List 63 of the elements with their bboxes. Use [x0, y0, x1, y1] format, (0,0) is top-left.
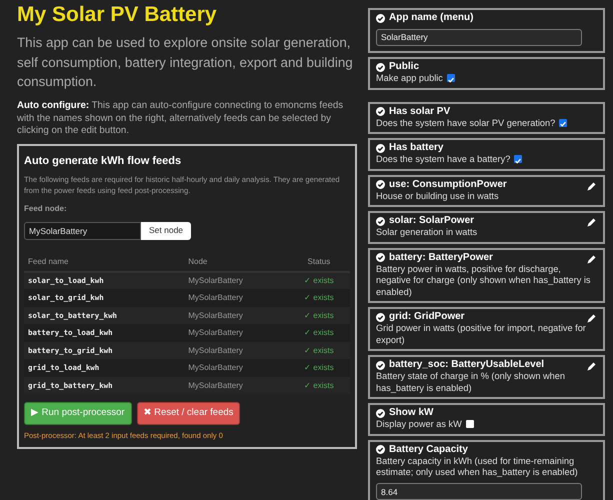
- description-text: Display power as kW: [376, 419, 462, 429]
- feed-node-field[interactable]: MySolarBattery: [24, 222, 141, 240]
- panel-title: Auto generate kWh flow feeds: [24, 154, 182, 169]
- status-cell: ✓ exists: [288, 342, 350, 360]
- auto-configure-text: Auto configure: This app can auto-configure connecting to emoncms feeds with the names shown on the right, alternatively feeds can be selected by clicking on the edit button.: [17, 100, 344, 137]
- setting-title: Has solar PV: [389, 106, 450, 118]
- check-circle-icon: [376, 107, 385, 116]
- description-text: Battery power in watts, positive for discharge, negative for charge (only shown when has_battery is enabled): [376, 264, 590, 296]
- setting-title: Has battery: [389, 142, 444, 154]
- description-text: Does the system have solar PV generation?: [376, 118, 556, 128]
- check-circle-icon: [376, 62, 385, 72]
- check-circle-icon: [376, 216, 385, 226]
- status-cell: ✓ exists: [288, 324, 350, 342]
- description-text: Make app public: [376, 73, 443, 83]
- app-description: This app can be used to explore onsite solar generation, self consumption, battery integration, export and building consumption.: [17, 34, 354, 91]
- setting-title: Public: [389, 61, 420, 73]
- checkbox[interactable]: [446, 74, 455, 82]
- node-cell: MySolarBattery: [184, 376, 288, 394]
- node-cell: MySolarBattery: [184, 289, 288, 307]
- checkbox[interactable]: [466, 420, 474, 428]
- app-title: My Solar PV Battery: [17, 3, 218, 26]
- check-circle-icon: [376, 14, 385, 22]
- edit-icon[interactable]: [586, 218, 596, 228]
- set-node-button[interactable]: Set node: [141, 222, 192, 240]
- description-text: Grid power in watts (positive for import, negative for export): [376, 323, 586, 344]
- description-text: Battery state of charge in % (only shown when has_battery is enabled): [376, 371, 565, 392]
- status-cell: ✓ exists: [288, 306, 350, 324]
- check-circle-icon: [376, 253, 385, 262]
- node-cell: MySolarBattery: [184, 306, 288, 324]
- check-circle-icon: [376, 445, 385, 454]
- edit-icon[interactable]: [586, 254, 596, 264]
- status-cell: ✓ exists: [288, 289, 350, 307]
- setting-title: solar: SolarPower: [389, 215, 474, 227]
- setting-title: battery_soc: BatteryUsableLevel: [389, 359, 544, 371]
- setting-title: battery: BatteryPower: [389, 252, 493, 264]
- setting-title: Show kW: [389, 407, 434, 419]
- check-circle-icon: [376, 408, 385, 418]
- description-text: Battery capacity in kWh (used for time-remaining estimate; only used when has_battery is enabled): [376, 456, 578, 477]
- status-cell: ✓ exists: [288, 359, 350, 377]
- node-cell: MySolarBattery: [184, 359, 288, 377]
- node-cell: MySolarBattery: [184, 324, 288, 342]
- setting-title: use: ConsumptionPower: [389, 178, 507, 190]
- description-text: House or building use in watts: [376, 190, 499, 200]
- node-cell: MySolarBattery: [184, 342, 288, 360]
- check-circle-icon: [376, 180, 385, 189]
- edit-icon[interactable]: [586, 314, 596, 324]
- edit-icon[interactable]: [586, 362, 596, 372]
- setting-title: Battery Capacity: [389, 444, 468, 456]
- setting-title: App name (menu): [389, 12, 474, 24]
- check-circle-icon: [376, 312, 385, 322]
- setting-title: grid: GridPower: [389, 311, 465, 323]
- reset-button[interactable]: ✖ Reset / clear feeds: [136, 402, 240, 425]
- edit-icon[interactable]: [586, 182, 596, 192]
- check-circle-icon: [376, 360, 385, 370]
- checkbox[interactable]: [559, 118, 568, 126]
- status-cell: ✓ exists: [288, 376, 350, 394]
- description-text: Does the system have a battery?: [376, 154, 510, 164]
- text-field[interactable]: SolarBattery: [376, 28, 582, 46]
- check-circle-icon: [376, 144, 385, 152]
- checkbox[interactable]: [514, 155, 522, 163]
- feed-node-label: Feed node:: [24, 202, 68, 215]
- description-text: Solar generation in watts: [376, 227, 478, 237]
- text-field[interactable]: 8.64: [376, 483, 582, 500]
